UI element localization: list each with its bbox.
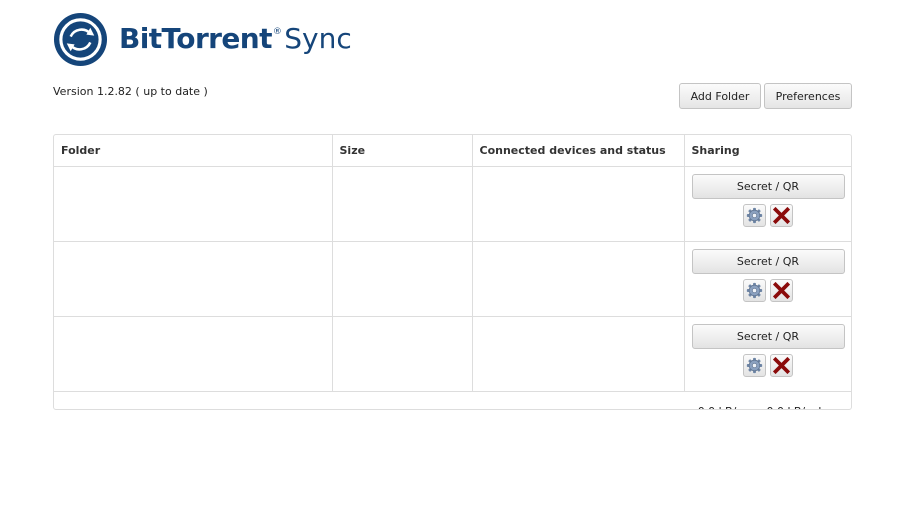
- folder-actions: [692, 279, 845, 302]
- column-header-sharing: Sharing: [684, 135, 851, 167]
- devices-status-cell: [472, 316, 685, 392]
- preferences-button[interactable]: Preferences: [764, 83, 852, 109]
- folders-table: Folder Size Connected devices and status…: [53, 134, 852, 410]
- sharing-cell: Secret / QR: [684, 166, 851, 242]
- logo-product-text: Sync: [284, 22, 352, 55]
- remove-folder-button[interactable]: [769, 279, 793, 302]
- folder-settings-button[interactable]: [742, 204, 766, 227]
- column-header-folder: Folder: [54, 135, 333, 167]
- column-header-devices-status: Connected devices and status: [472, 135, 685, 167]
- folder-settings-button[interactable]: [742, 354, 766, 377]
- size-cell: [332, 166, 473, 242]
- sharing-cell: Secret / QR: [684, 241, 851, 317]
- table-row: Secret / QR: [54, 241, 851, 317]
- devices-status-cell: [472, 241, 685, 317]
- page: BitTorrent® Sync Version 1.2.82 ( up to d…: [0, 0, 900, 513]
- version-status: Version 1.2.82 ( up to date ): [53, 85, 208, 98]
- logo-brand-text: BitTorrent: [119, 22, 272, 55]
- close-icon: [772, 282, 790, 299]
- folder-cell: [54, 166, 333, 242]
- logo-wordmark: BitTorrent® Sync: [119, 25, 352, 53]
- close-icon: [772, 207, 790, 224]
- folder-settings-button[interactable]: [742, 279, 766, 302]
- secret-qr-button[interactable]: Secret / QR: [691, 324, 845, 349]
- add-folder-button[interactable]: Add Folder: [679, 83, 761, 109]
- sharing-cell: Secret / QR: [684, 316, 851, 392]
- folder-actions: [692, 354, 845, 377]
- folder-cell: [54, 316, 333, 392]
- folder-actions: [692, 204, 845, 227]
- size-cell: [332, 241, 473, 317]
- folder-cell: [54, 241, 333, 317]
- column-header-size: Size: [332, 135, 473, 167]
- transfer-status: 0.0 kB/s up, 0.0 kB/s down: [54, 392, 851, 410]
- remove-folder-button[interactable]: [769, 204, 793, 227]
- table-footer-row: 0.0 kB/s up, 0.0 kB/s down: [54, 392, 851, 410]
- table-header-row: Folder Size Connected devices and status…: [54, 135, 851, 167]
- size-cell: [332, 316, 473, 392]
- sync-logo-icon: [53, 12, 108, 66]
- table-row: Secret / QR: [54, 166, 851, 242]
- logo-registered-mark: ®: [272, 27, 282, 37]
- table-row: Secret / QR: [54, 316, 851, 392]
- secret-qr-button[interactable]: Secret / QR: [691, 174, 845, 199]
- remove-folder-button[interactable]: [769, 354, 793, 377]
- gear-icon: [746, 207, 762, 224]
- gear-icon: [746, 357, 762, 374]
- devices-status-cell: [472, 166, 685, 242]
- close-icon: [772, 357, 790, 374]
- app-logo: BitTorrent® Sync: [53, 11, 352, 67]
- secret-qr-button[interactable]: Secret / QR: [691, 249, 845, 274]
- gear-icon: [746, 282, 762, 299]
